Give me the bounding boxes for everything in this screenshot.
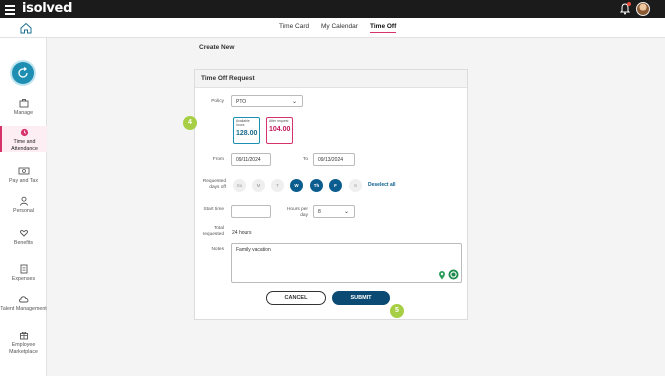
tab-time-off[interactable]: Time Off: [370, 23, 397, 33]
avatar[interactable]: [636, 2, 650, 16]
total-requested-value: 24 hours: [232, 230, 252, 236]
step-5-callout: 5: [390, 304, 404, 318]
sidebar-item-talent-management[interactable]: Talent Management: [0, 294, 47, 313]
day-sunday-toggle[interactable]: Su: [233, 179, 246, 192]
submit-button[interactable]: SUBMIT: [332, 291, 390, 305]
home-icon[interactable]: [19, 21, 33, 35]
grammar-check-icon[interactable]: [448, 269, 459, 280]
hours-per-day-label: Hours per day: [286, 207, 308, 218]
menu-icon[interactable]: [5, 3, 15, 15]
cloud-icon: [18, 296, 28, 303]
after-request-caption: After request: [269, 119, 289, 123]
total-requested-label: Total requested: [202, 226, 224, 237]
chevron-down-icon: ⌄: [291, 99, 297, 105]
sidebar-item-label: Time and Attendance: [11, 139, 38, 152]
sidebar-item-label: Benefits: [13, 240, 34, 246]
available-hours-value: 128.00: [236, 129, 258, 137]
sidebar-item-label: Manage: [13, 110, 34, 116]
cancel-button[interactable]: CANCEL: [266, 291, 326, 305]
tab-time-card[interactable]: Time Card: [279, 23, 309, 30]
clock-icon: [20, 128, 29, 137]
start-time-label: Start time: [203, 207, 224, 212]
top-bar: isolved: [0, 0, 665, 18]
gift-icon: [19, 331, 28, 340]
sidebar-item-label: Talent Management: [0, 306, 47, 312]
sidebar-item-label: Expenses: [11, 276, 36, 282]
quick-action-button[interactable]: [12, 62, 34, 84]
tab-bar: Time Card My Calendar Time Off: [0, 18, 665, 38]
to-label: To: [302, 157, 308, 162]
day-friday-toggle[interactable]: F: [329, 179, 342, 192]
policy-select[interactable]: PTO ⌄: [231, 95, 303, 107]
page-title: Create New: [199, 44, 235, 51]
money-icon: [18, 167, 29, 175]
card-title: Time Off Request: [195, 70, 467, 88]
sidebar-item-label: Employee Marketplace: [9, 342, 38, 355]
sidebar-item-employee-marketplace[interactable]: Employee Marketplace: [0, 330, 47, 355]
after-request-box: After request 104.00: [266, 117, 293, 144]
deselect-all-link[interactable]: Deselect all: [368, 182, 396, 188]
receipt-icon: [20, 264, 27, 274]
day-monday-toggle[interactable]: M: [252, 179, 265, 192]
sidebar-item-label: Personal: [13, 208, 34, 214]
start-time-input[interactable]: [231, 205, 271, 218]
day-saturday-toggle[interactable]: S: [349, 179, 362, 192]
heart-hand-icon: [19, 229, 28, 237]
tab-my-calendar[interactable]: My Calendar: [321, 23, 358, 30]
app-logo: isolved: [22, 1, 73, 16]
policy-label: Policy: [211, 99, 224, 104]
step-4-callout: 4: [183, 116, 197, 130]
notes-label: Notes: [211, 247, 224, 252]
sidebar: Manage Time and Attendance Pay and Tax P…: [0, 38, 47, 376]
sidebar-item-manage[interactable]: Manage: [0, 98, 47, 117]
chevron-down-icon: ⌄: [343, 209, 349, 215]
day-wednesday-toggle[interactable]: W: [290, 179, 303, 192]
day-tuesday-toggle[interactable]: T: [271, 179, 284, 192]
requested-days-label: Requested days off: [202, 179, 226, 190]
sidebar-item-benefits[interactable]: Benefits: [0, 228, 47, 247]
refresh-icon: [18, 67, 28, 78]
hours-per-day-value: 8: [318, 209, 321, 215]
notes-text: Family vacation: [236, 247, 271, 253]
available-hours-caption: Available hours: [236, 119, 250, 127]
location-pin-icon[interactable]: [438, 270, 446, 280]
to-date-input[interactable]: 09/13/2024: [313, 153, 355, 166]
from-date-input[interactable]: 09/11/2024: [231, 153, 271, 166]
sidebar-item-personal[interactable]: Personal: [0, 196, 47, 215]
briefcase-icon: [19, 99, 28, 108]
person-icon: [19, 196, 28, 206]
sidebar-item-expenses[interactable]: Expenses: [0, 264, 47, 283]
from-label: From: [212, 157, 224, 162]
after-request-value: 104.00: [269, 125, 291, 133]
available-hours-box: Available hours 128.00: [233, 117, 260, 144]
sidebar-item-label: Pay and Tax: [8, 178, 39, 184]
day-thursday-toggle[interactable]: Th: [310, 179, 323, 192]
notification-dot: [627, 2, 631, 6]
hours-per-day-select[interactable]: 8 ⌄: [313, 205, 355, 218]
notes-textarea[interactable]: Family vacation: [231, 243, 462, 283]
policy-value: PTO: [236, 99, 247, 105]
sidebar-item-pay-and-tax[interactable]: Pay and Tax: [0, 166, 47, 185]
sidebar-item-time-and-attendance[interactable]: Time and Attendance: [0, 126, 47, 152]
